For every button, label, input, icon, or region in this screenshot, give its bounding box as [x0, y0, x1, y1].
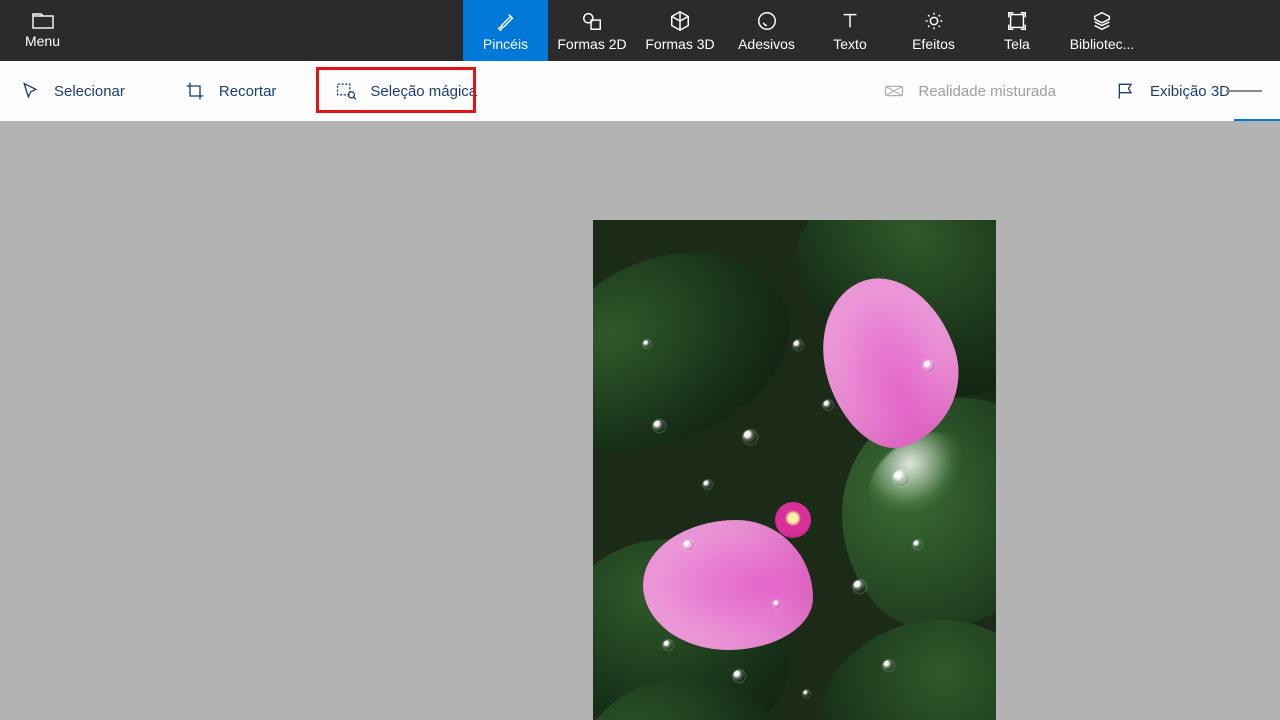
shapes2d-icon — [581, 10, 603, 32]
tab-label: Bibliotec... — [1070, 36, 1135, 52]
cube-icon — [669, 10, 691, 32]
zoom-slider[interactable] — [1226, 61, 1280, 121]
tab-library[interactable]: Bibliotec... — [1058, 0, 1146, 61]
tab-shapes3d[interactable]: Formas 3D — [636, 0, 724, 61]
tab-label: Efeitos — [912, 36, 955, 52]
menu-button[interactable]: Menu — [0, 0, 85, 61]
zoom-track — [1226, 90, 1262, 92]
magic-select-icon — [336, 81, 356, 101]
effects-icon — [923, 10, 945, 32]
tab-effects[interactable]: Efeitos — [891, 0, 976, 61]
tab-label: Adesivos — [738, 36, 795, 52]
crop-icon — [185, 81, 205, 101]
crop-label: Recortar — [219, 83, 277, 100]
tab-label: Pincéis — [483, 36, 528, 52]
flag-icon — [1116, 81, 1136, 101]
mixed-reality-tool: Realidade misturada — [864, 61, 1076, 121]
library-icon — [1091, 10, 1113, 32]
main-ribbon: Menu Pincéis Formas 2D — [0, 0, 1280, 61]
mixed-reality-label: Realidade misturada — [918, 83, 1056, 100]
menu-label: Menu — [25, 33, 60, 49]
tab-shapes2d[interactable]: Formas 2D — [548, 0, 636, 61]
canvas-area[interactable] — [0, 121, 1280, 720]
brush-icon — [495, 10, 517, 32]
ribbon-spacer — [85, 0, 463, 61]
folder-icon — [32, 13, 54, 29]
secondary-toolbar: Selecionar Recortar Seleção mágica Reali… — [0, 61, 1280, 121]
ribbon-tabs: Pincéis Formas 2D Formas 3D — [463, 0, 1146, 61]
magic-select-tool[interactable]: Seleção mágica — [316, 61, 497, 121]
crop-tool[interactable]: Recortar — [165, 61, 297, 121]
tab-label: Formas 3D — [645, 36, 714, 52]
select-label: Selecionar — [54, 83, 125, 100]
flower-subject — [793, 520, 794, 521]
sticker-icon — [756, 10, 778, 32]
select-tool[interactable]: Selecionar — [0, 61, 145, 121]
view3d-label: Exibição 3D — [1150, 83, 1230, 100]
tab-stickers[interactable]: Adesivos — [724, 0, 809, 61]
canvas-image[interactable] — [593, 220, 996, 720]
tab-label: Texto — [833, 36, 866, 52]
cursor-icon — [20, 81, 40, 101]
tab-canvas[interactable]: Tela — [976, 0, 1058, 61]
text-icon — [839, 10, 861, 32]
mixed-reality-icon — [884, 81, 904, 101]
canvas-icon — [1006, 10, 1028, 32]
magic-select-label: Seleção mágica — [370, 83, 477, 100]
tab-label: Tela — [1004, 36, 1030, 52]
tab-label: Formas 2D — [557, 36, 626, 52]
tab-text[interactable]: Texto — [809, 0, 891, 61]
tab-brushes[interactable]: Pincéis — [463, 0, 548, 61]
